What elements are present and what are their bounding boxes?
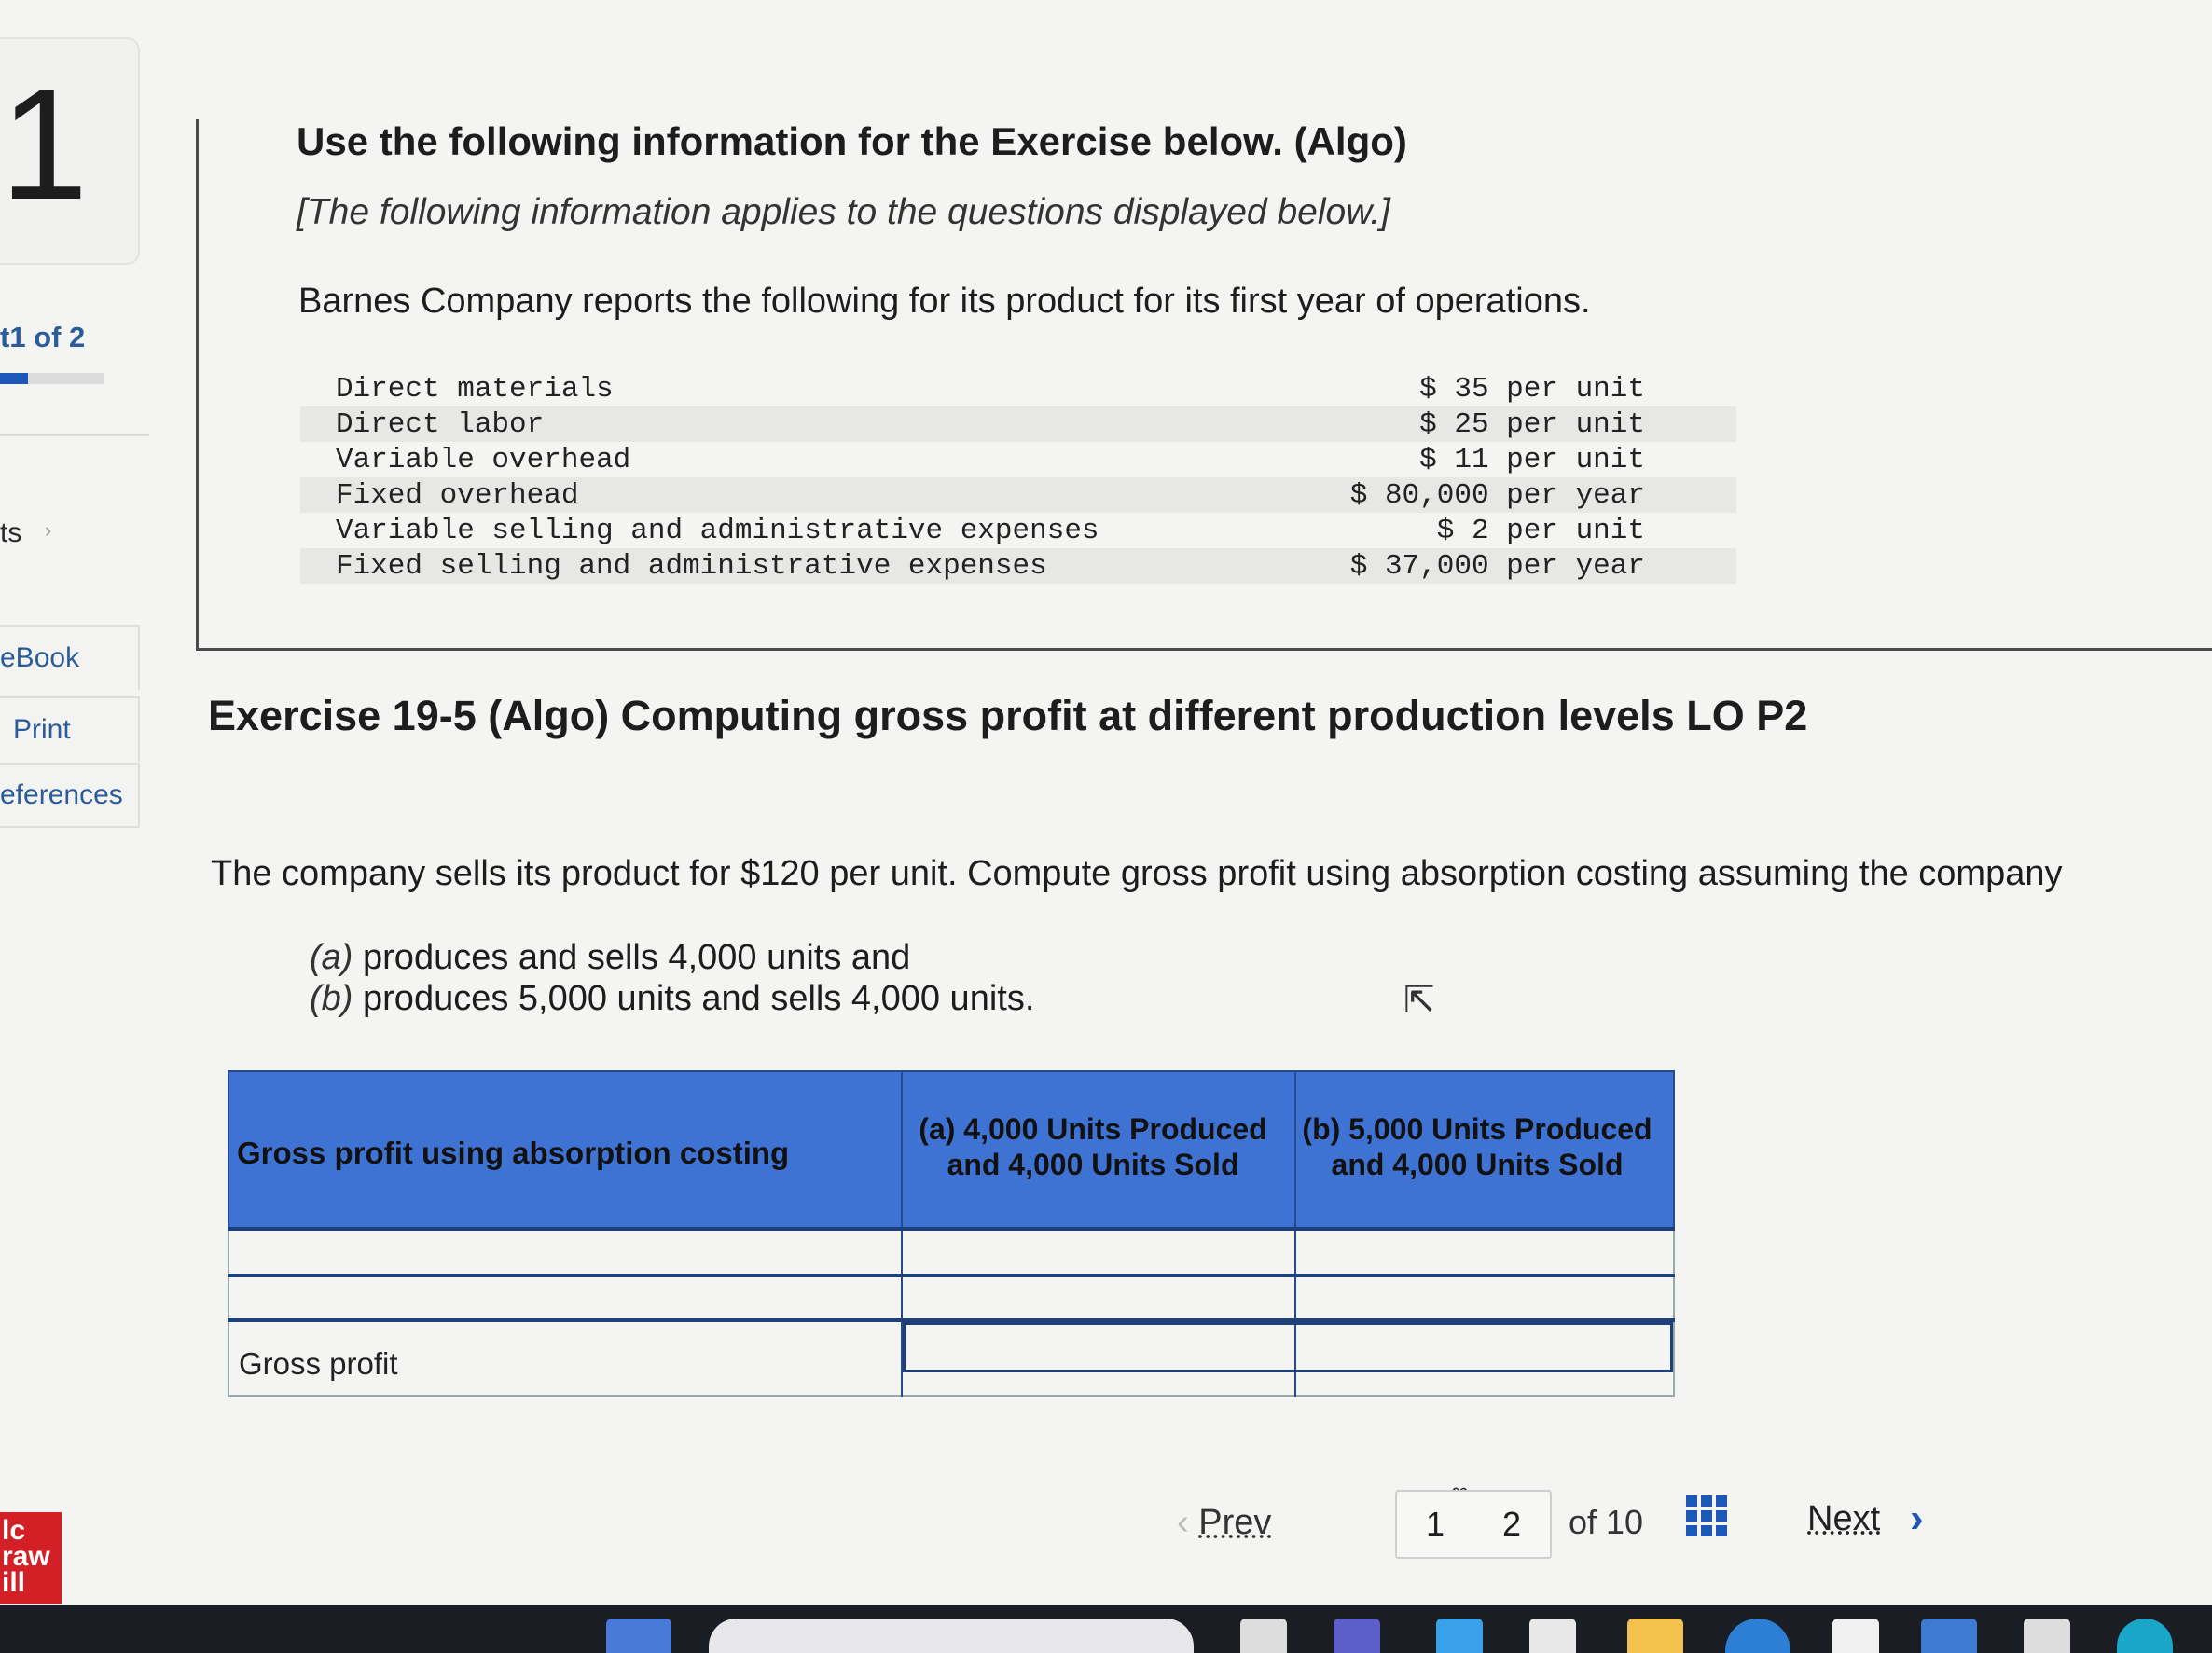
gross-profit-col-a-input[interactable]	[908, 1328, 1293, 1369]
chevron-right-icon[interactable]: ›	[1910, 1495, 1924, 1542]
cost-amount: $ 37,000 per year	[1349, 549, 1645, 583]
ebook-label: eBook	[0, 642, 80, 673]
answer-header-col-a: (a) 4,000 Units Produced and 4,000 Units…	[906, 1111, 1279, 1182]
answer-header-col-b: (b) 5,000 Units Produced and 4,000 Units…	[1291, 1111, 1664, 1182]
cost-label: Direct labor	[336, 407, 545, 441]
condition-a: (a) produces and sells 4,000 units and	[310, 938, 910, 978]
cost-amount: $ 35 per unit	[1419, 372, 1645, 406]
print-button[interactable]: Print	[0, 696, 140, 762]
row2-label-input[interactable]	[233, 1277, 899, 1320]
col-a-line1: (a) 4,000 Units Produced	[919, 1112, 1267, 1146]
condition-b-text: produces 5,000 units and sells 4,000 uni…	[363, 979, 1035, 1018]
cost-table: Direct materials $ 35 per unit Direct la…	[300, 371, 1736, 584]
cost-row: Fixed selling and administrative expense…	[300, 548, 1736, 584]
gross-profit-label: Gross profit	[239, 1346, 398, 1381]
taskbar-app-icon[interactable]	[1529, 1619, 1576, 1653]
gross-profit-col-b-input[interactable]	[1302, 1328, 1671, 1369]
print-label: Print	[13, 714, 71, 745]
question-number: 1	[0, 56, 89, 233]
col-b-line2: and 4,000 Units Sold	[1331, 1148, 1624, 1181]
sidebar-truncated-label[interactable]: ts	[0, 517, 21, 549]
teams-icon[interactable]	[1334, 1619, 1380, 1653]
references-label: eferences	[0, 779, 123, 810]
cost-label: Variable selling and administrative expe…	[336, 514, 1099, 547]
mouse-pointer-icon: ⇱	[1403, 980, 1435, 1021]
logo-line: ill	[2, 1567, 26, 1598]
grid-icon[interactable]	[1686, 1495, 1727, 1536]
references-button[interactable]: eferences	[0, 763, 140, 828]
prev-label: Prev	[1198, 1503, 1272, 1542]
cost-amount: $ 25 per unit	[1419, 407, 1645, 441]
info-heading: Use the following information for the Ex…	[297, 119, 1407, 163]
cost-row: Direct labor $ 25 per unit	[300, 406, 1736, 442]
answer-header-label: Gross profit using absorption costing	[237, 1136, 790, 1170]
exercise-title: Exercise 19-5 (Algo) Computing gross pro…	[208, 692, 1808, 739]
page-total: of 10	[1569, 1503, 1644, 1541]
info-intro: Barnes Company reports the following for…	[298, 282, 1591, 321]
cost-row: Variable overhead $ 11 per unit	[300, 442, 1736, 477]
cost-row: Fixed overhead $ 80,000 per year	[300, 477, 1736, 513]
row1-label-input[interactable]	[233, 1233, 899, 1275]
cost-label: Fixed selling and administrative expense…	[336, 549, 1047, 583]
cost-label: Direct materials	[336, 372, 614, 406]
row2-col-a-input[interactable]	[906, 1277, 1293, 1320]
col-a-line2: and 4,000 Units Sold	[947, 1148, 1239, 1181]
condition-b: (b) produces 5,000 units and sells 4,000…	[310, 979, 1034, 1019]
cost-amount: $ 2 per unit	[1436, 514, 1645, 547]
mcgraw-hill-logo: lc raw ill	[0, 1512, 62, 1604]
row2-col-b-input[interactable]	[1300, 1277, 1673, 1320]
row1-col-b-input[interactable]	[1300, 1233, 1673, 1275]
taskbar-app-icon[interactable]	[1240, 1619, 1287, 1653]
condition-a-text: produces and sells 4,000 units and	[363, 938, 911, 977]
logo-line: lc	[2, 1515, 26, 1546]
cost-label: Variable overhead	[336, 443, 631, 476]
taskbar-app-icon[interactable]	[606, 1619, 671, 1653]
logo-line: raw	[2, 1541, 50, 1572]
row1-col-a-input[interactable]	[906, 1233, 1293, 1275]
part-label: 1 of 2	[9, 321, 86, 353]
answer-table: Gross profit using absorption costing (a…	[228, 1070, 1675, 1397]
cost-label: Fixed overhead	[336, 478, 579, 512]
cost-row: Direct materials $ 35 per unit	[300, 371, 1736, 406]
chevron-right-icon: ›	[45, 518, 52, 542]
taskbar-search-box[interactable]	[709, 1619, 1194, 1653]
part-prefix: t	[0, 321, 10, 353]
col-b-line1: (b) 5,000 Units Produced	[1302, 1112, 1652, 1146]
prev-button[interactable]: ‹ Prev	[1177, 1503, 1271, 1543]
taskbar-app-icon[interactable]	[2024, 1619, 2070, 1653]
condition-b-tag: (b)	[310, 979, 353, 1018]
folder-icon[interactable]	[1627, 1619, 1683, 1653]
cost-row: Variable selling and administrative expe…	[300, 513, 1736, 548]
part-indicator: t1 of 2	[0, 321, 85, 354]
row-divider	[228, 1227, 1675, 1231]
next-label: Next	[1807, 1499, 1881, 1538]
cost-amount: $ 80,000 per year	[1349, 478, 1645, 512]
myhp-icon[interactable]	[1921, 1619, 1977, 1653]
chevron-left-icon: ‹	[1177, 1503, 1199, 1542]
part-progress-fill	[0, 373, 28, 384]
taskbar-app-icon[interactable]	[1436, 1619, 1483, 1653]
page-selector[interactable]: 1 2	[1395, 1490, 1552, 1559]
ebook-button[interactable]: eBook	[0, 625, 140, 690]
condition-a-tag: (a)	[310, 938, 353, 977]
cost-amount: $ 11 per unit	[1419, 443, 1645, 476]
page-number[interactable]: 2	[1502, 1505, 1521, 1544]
next-button[interactable]: Next	[1807, 1499, 1880, 1539]
info-subheading: [The following information applies to th…	[297, 192, 1390, 232]
taskbar-app-icon[interactable]	[1832, 1619, 1879, 1653]
rail-divider	[0, 434, 149, 436]
exercise-prompt: The company sells its product for $120 p…	[211, 854, 2063, 893]
page-number[interactable]: 1	[1426, 1505, 1445, 1544]
